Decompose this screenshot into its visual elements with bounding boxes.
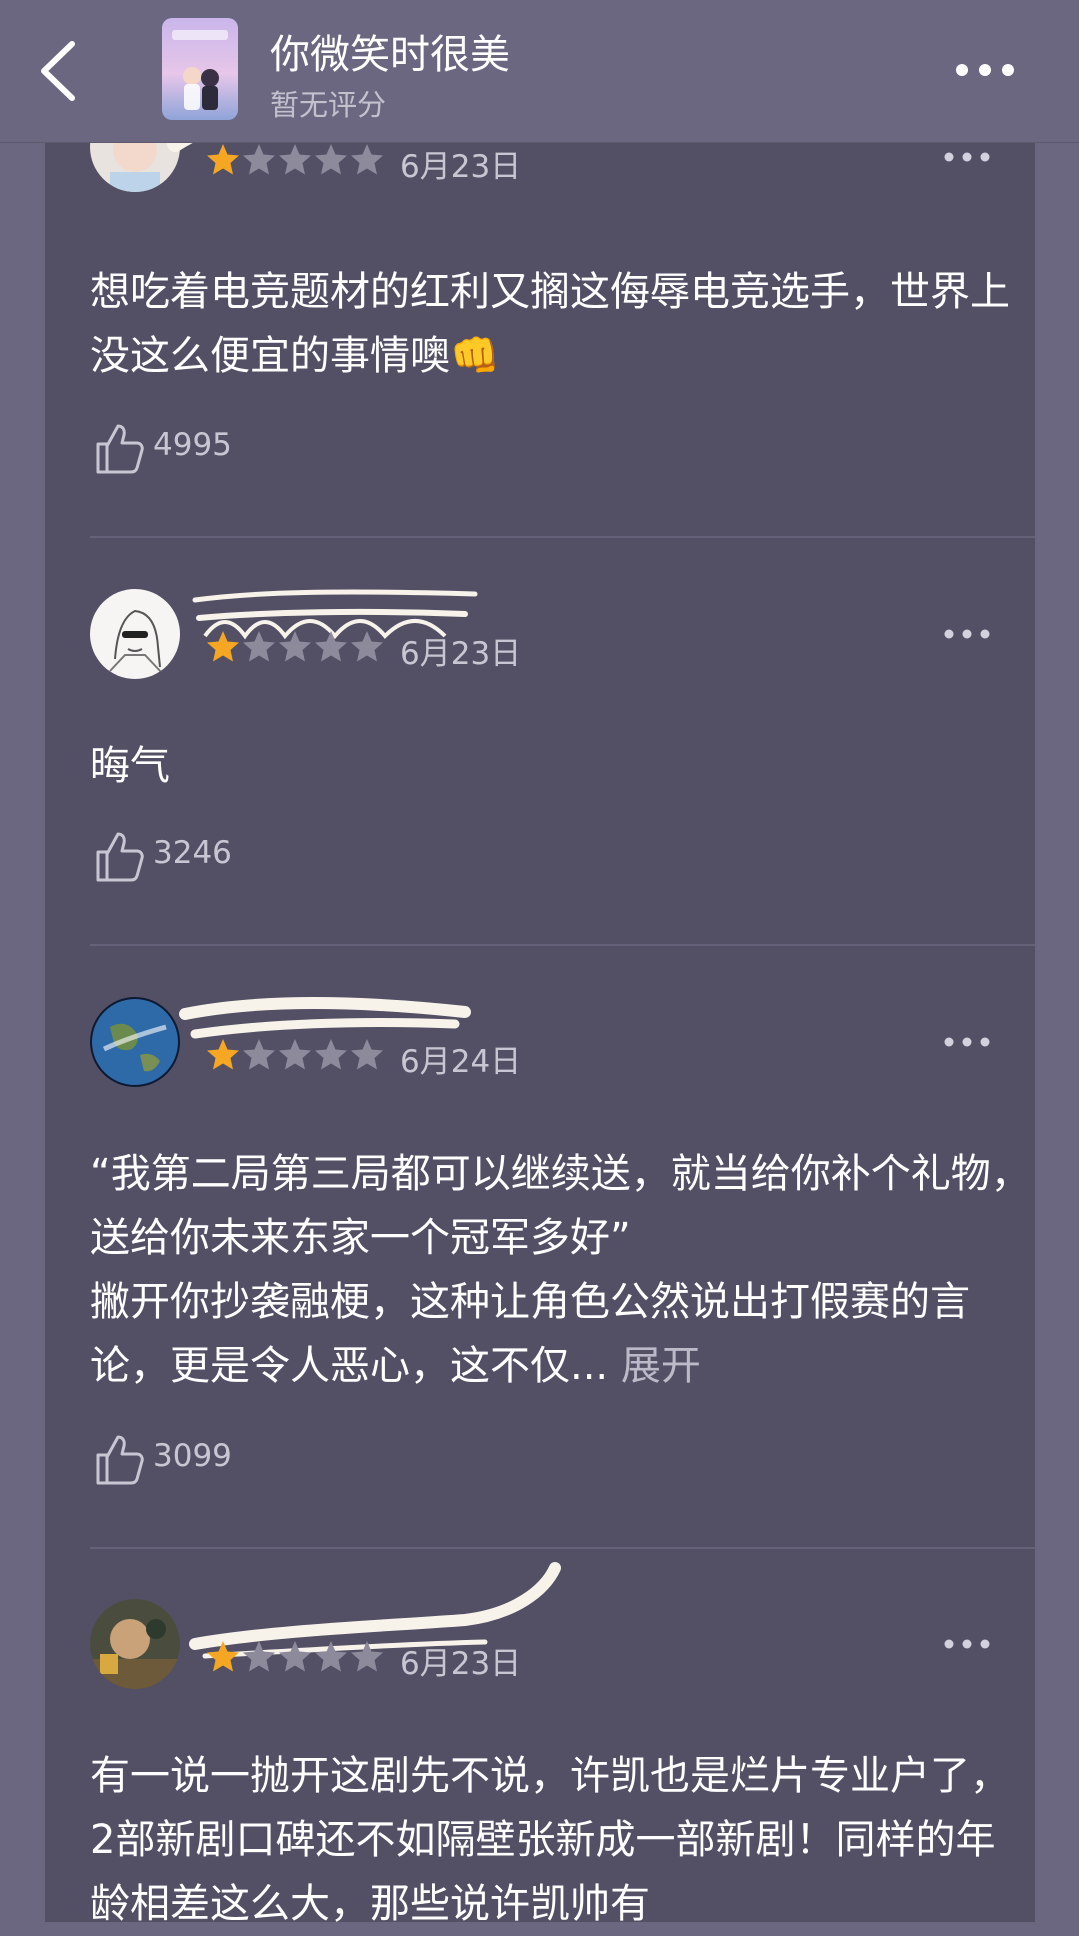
star-rating-1-of-5 [207, 144, 383, 175]
more-options-icon[interactable] [950, 52, 1020, 88]
review-text: 晦气 [90, 743, 170, 789]
star-rating-1-of-5 [207, 1039, 383, 1070]
review-date: 6月24日 [400, 1044, 522, 1080]
review-list: 6月23日 想吃着电竞题材的红利又搁这侮辱电竞选手，世界上没这么便宜的事情噢👊 … [45, 102, 1035, 1927]
expand-link[interactable]: 展开 [621, 1343, 701, 1389]
thumbs-up-icon[interactable] [90, 420, 146, 476]
drama-poster-thumbnail[interactable] [162, 18, 238, 120]
star-rating-1-of-5 [207, 1641, 383, 1672]
review-more-icon[interactable] [937, 624, 997, 644]
divider [90, 536, 1035, 538]
review-text-content: “我第二局第三局都可以继续送，就当给你补个礼物，送给你未来东家一个冠军多好” 撇… [90, 1151, 1031, 1389]
review-date: 6月23日 [400, 636, 522, 672]
top-bar: 你微笑时很美 暂无评分 [0, 0, 1079, 143]
page-title: 你微笑时很美 [270, 32, 510, 78]
review-date: 6月23日 [400, 1646, 522, 1682]
divider [90, 944, 1035, 946]
review-more-icon[interactable] [937, 1634, 997, 1654]
back-arrow-icon[interactable] [30, 30, 90, 112]
user-avatar[interactable] [90, 589, 180, 679]
rating-status: 暂无评分 [270, 88, 387, 122]
review-text: 有一说一抛开这剧先不说，许凯也是烂片专业户了，2部新剧口碑还不如隔壁张新成一部新… [90, 1753, 1010, 1927]
thumbs-up-icon[interactable] [90, 1431, 146, 1487]
like-count: 4995 [153, 427, 232, 463]
review-text: “我第二局第三局都可以继续送，就当给你补个礼物，送给你未来东家一个冠军多好” 撇… [90, 1142, 1035, 1398]
star-rating-1-of-5 [207, 631, 383, 662]
like-count: 3246 [153, 835, 232, 871]
divider [90, 1547, 1035, 1549]
like-count: 3099 [153, 1438, 232, 1474]
review-more-icon[interactable] [937, 147, 997, 167]
review-more-icon[interactable] [937, 1032, 997, 1052]
review-text: 想吃着电竞题材的红利又搁这侮辱电竞选手，世界上没这么便宜的事情噢👊 [90, 269, 1010, 379]
thumbs-up-icon[interactable] [90, 828, 146, 884]
user-avatar[interactable] [90, 1599, 180, 1689]
review-date: 6月23日 [400, 149, 522, 185]
